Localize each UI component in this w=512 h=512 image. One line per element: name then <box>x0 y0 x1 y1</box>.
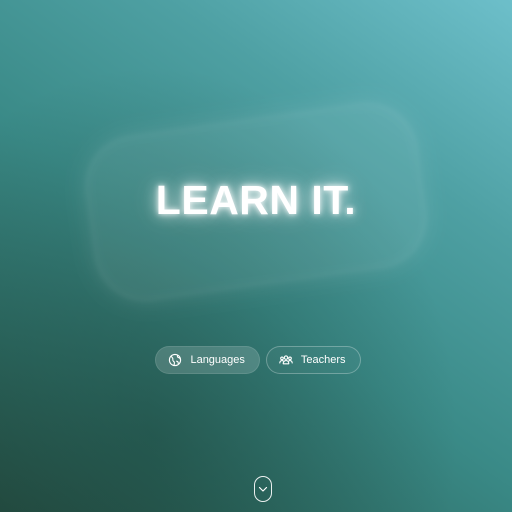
teachers-button[interactable]: Teachers <box>265 346 361 374</box>
languages-label: Languages <box>190 354 245 366</box>
chevron-down-icon <box>258 485 268 493</box>
category-pills: Languages Teachers <box>0 346 512 374</box>
languages-button[interactable]: Languages <box>155 346 260 374</box>
scroll-down-button[interactable] <box>254 476 272 502</box>
globe-icon <box>168 353 182 367</box>
people-icon <box>279 353 293 367</box>
hero-title: LEARN IT. <box>155 177 357 223</box>
teachers-label: Teachers <box>300 354 346 366</box>
